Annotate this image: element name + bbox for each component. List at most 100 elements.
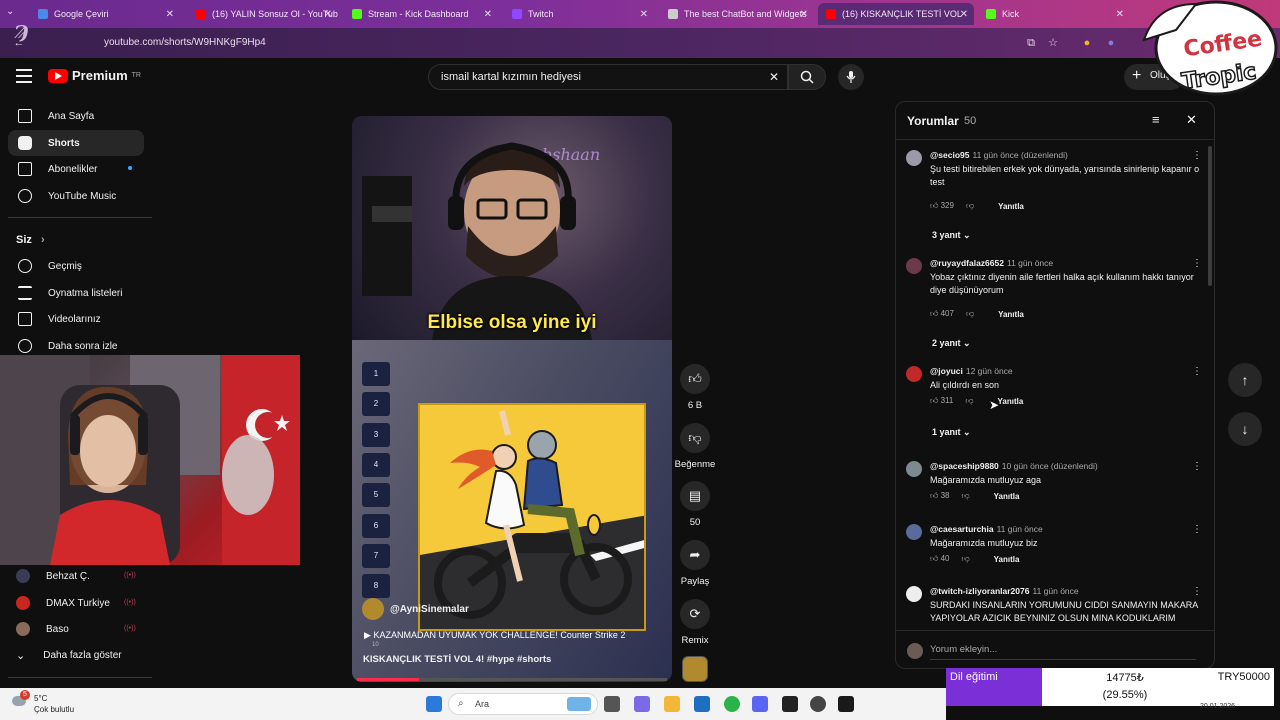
subscription-item[interactable]: Behzat Ç. bbox=[16, 569, 90, 583]
subscription-item[interactable]: Baso bbox=[16, 622, 69, 636]
browser-tab-active[interactable]: (16) KISKANÇLIK TESTİ VOL ✕ bbox=[818, 3, 974, 25]
sidebar-item-history[interactable]: Geçmiş bbox=[8, 253, 144, 279]
windows-start-icon[interactable] bbox=[426, 696, 442, 712]
task-view-icon[interactable] bbox=[604, 696, 620, 712]
store-icon[interactable] bbox=[694, 696, 710, 712]
close-icon[interactable]: ✕ bbox=[484, 9, 492, 20]
file-explorer-icon[interactable] bbox=[664, 696, 680, 712]
comment-author[interactable]: @secio95 11 gün önce (düzenlendi) bbox=[930, 150, 1068, 160]
previous-short-button[interactable]: ↑ bbox=[1228, 363, 1262, 397]
url-field[interactable]: youtube.com/shorts/W9HNKgF9Hp4 bbox=[104, 37, 266, 48]
app-icon[interactable] bbox=[838, 696, 854, 712]
extension-icon[interactable]: ● bbox=[1104, 36, 1118, 50]
discord-icon[interactable] bbox=[752, 696, 768, 712]
like-comment-button[interactable]: 👍︎ 329 bbox=[930, 201, 954, 211]
comment-author[interactable]: @joyuci 12 gün önce bbox=[930, 366, 1013, 376]
subscription-item[interactable]: DMAX Turkiye bbox=[16, 596, 110, 610]
channel-row[interactable]: @AyniSinemalar bbox=[362, 598, 469, 620]
copilot-icon[interactable] bbox=[634, 696, 650, 712]
you-section-header[interactable]: Siz › bbox=[16, 234, 45, 246]
search-input[interactable]: ismail kartal kızımın hediyesi ✕ bbox=[428, 64, 788, 90]
short-video-player[interactable]: bshaan Elbise olsa yine iyi 12345678 @Ay… bbox=[352, 116, 672, 682]
avatar[interactable] bbox=[906, 150, 922, 166]
chrome-icon[interactable] bbox=[724, 696, 740, 712]
more-options-icon[interactable]: ⋮ bbox=[1192, 586, 1202, 597]
app-icon[interactable] bbox=[782, 696, 798, 712]
next-short-button[interactable]: ↓ bbox=[1228, 412, 1262, 446]
comment-input[interactable]: Yorum ekleyin... bbox=[930, 644, 1196, 660]
more-options-icon[interactable]: ⋮ bbox=[1192, 366, 1202, 377]
reply-button[interactable]: Yanıtla bbox=[998, 310, 1024, 319]
sidebar-item-shorts[interactable]: Shorts bbox=[8, 130, 144, 156]
share-button[interactable]: ➦ Paylaş bbox=[680, 540, 710, 587]
sidebar-item-playlists[interactable]: Oynatma listeleri bbox=[8, 280, 144, 306]
like-comment-button[interactable]: 👍︎ 311 bbox=[930, 396, 953, 406]
voice-search-button[interactable] bbox=[838, 64, 864, 90]
reply-button[interactable]: Yanıtla bbox=[998, 202, 1024, 211]
menu-icon[interactable] bbox=[16, 69, 32, 83]
clear-search-icon[interactable]: ✕ bbox=[769, 70, 779, 84]
comment-author[interactable]: @ruyaydfalaz6652 11 gün önce bbox=[930, 258, 1053, 268]
sidebar-item-music[interactable]: YouTube Music bbox=[8, 183, 144, 209]
music-link[interactable]: ▶ KAZANMADAN UYUMAK YOK CHALLENGE! Count… bbox=[364, 630, 625, 648]
comment-author[interactable]: @caesarturchia 11 gün önce bbox=[930, 524, 1043, 534]
comments-button[interactable]: ▤ 50 bbox=[680, 481, 710, 528]
youtube-logo[interactable]: Premium TR bbox=[48, 68, 141, 83]
tab-list-icon[interactable]: ⌄ bbox=[6, 6, 14, 17]
search-button[interactable] bbox=[788, 64, 826, 90]
channel-avatar[interactable] bbox=[682, 656, 708, 682]
close-icon[interactable]: ✕ bbox=[324, 9, 332, 20]
reply-button[interactable]: Yanıtla bbox=[997, 397, 1023, 406]
close-icon[interactable]: ✕ bbox=[960, 9, 968, 20]
like-comment-button[interactable]: 👍︎ 38 bbox=[930, 491, 950, 501]
dislike-comment-button[interactable]: 👎︎ bbox=[962, 491, 970, 501]
dislike-comment-button[interactable]: 👎︎ bbox=[965, 396, 973, 406]
browser-tab[interactable]: (16) YALIN Sonsuz Ol - YouTube ✕ bbox=[188, 3, 338, 25]
install-icon[interactable]: ⧉ bbox=[1024, 36, 1038, 50]
more-options-icon[interactable]: ⋮ bbox=[1192, 258, 1202, 269]
like-button[interactable]: 👍︎ 6 B bbox=[680, 364, 710, 411]
comment-author[interactable]: @twitch-izliyoranlar2076 11 gün önce bbox=[930, 586, 1079, 596]
bookmark-star-icon[interactable]: ☆ bbox=[1046, 36, 1060, 50]
extension-icon[interactable]: ● bbox=[1080, 36, 1094, 50]
avatar[interactable] bbox=[906, 258, 922, 274]
sidebar-item-home[interactable]: Ana Sayfa bbox=[8, 103, 144, 129]
comments-scrollbar[interactable] bbox=[1208, 146, 1212, 286]
more-options-icon[interactable]: ⋮ bbox=[1192, 461, 1202, 472]
browser-tab[interactable]: The best ChatBot and Widgets ✕ bbox=[660, 3, 814, 25]
avatar[interactable] bbox=[906, 461, 922, 477]
like-comment-button[interactable]: 👍︎ 407 bbox=[930, 309, 954, 319]
show-more-button[interactable]: ⌄ Daha fazla göster bbox=[16, 649, 122, 662]
taskbar-search[interactable]: ⌕ Ara bbox=[448, 693, 598, 715]
like-comment-button[interactable]: 👍︎ 40 bbox=[930, 554, 950, 564]
video-progress-bar[interactable] bbox=[357, 678, 667, 681]
view-replies-button[interactable]: 3 yanıt ⌄ bbox=[932, 230, 971, 241]
dislike-button[interactable]: 👎︎ Beğenme bbox=[674, 423, 716, 470]
close-icon[interactable]: ✕ bbox=[1116, 9, 1124, 20]
close-icon[interactable]: ✕ bbox=[166, 9, 174, 20]
browser-tab[interactable]: Google Çeviri ✕ bbox=[30, 3, 180, 25]
close-icon[interactable]: ✕ bbox=[800, 9, 808, 20]
dislike-comment-button[interactable]: 👎︎ bbox=[966, 201, 974, 211]
more-options-icon[interactable]: ⋮ bbox=[1192, 524, 1202, 535]
avatar[interactable] bbox=[906, 524, 922, 540]
dislike-comment-button[interactable]: 👎︎ bbox=[966, 309, 974, 319]
obs-icon[interactable] bbox=[810, 696, 826, 712]
browser-tab[interactable]: Stream - Kick Dashboard ✕ bbox=[344, 3, 498, 25]
sidebar-item-subscriptions[interactable]: Abonelikler bbox=[8, 156, 144, 182]
remix-button[interactable]: ⟳ Remix bbox=[680, 599, 710, 646]
more-options-icon[interactable]: ⋮ bbox=[1192, 150, 1202, 161]
browser-tab[interactable]: Kick ✕ bbox=[978, 3, 1130, 25]
reply-button[interactable]: Yanıtla bbox=[994, 492, 1020, 501]
avatar[interactable] bbox=[906, 366, 922, 382]
reply-button[interactable]: Yanıtla bbox=[994, 555, 1020, 564]
comment-author[interactable]: @spaceship9880 10 gün önce (düzenlendi) bbox=[930, 461, 1098, 471]
dislike-comment-button[interactable]: 👎︎ bbox=[962, 554, 970, 564]
view-replies-button[interactable]: 2 yanıt ⌄ bbox=[932, 338, 971, 349]
close-icon[interactable]: ✕ bbox=[1186, 112, 1197, 128]
sort-icon[interactable]: ≡ bbox=[1152, 112, 1160, 127]
avatar[interactable] bbox=[906, 586, 922, 602]
close-icon[interactable]: ✕ bbox=[640, 9, 648, 20]
sidebar-item-your-videos[interactable]: Videolarınız bbox=[8, 306, 144, 332]
browser-tab[interactable]: Twitch ✕ bbox=[504, 3, 654, 25]
